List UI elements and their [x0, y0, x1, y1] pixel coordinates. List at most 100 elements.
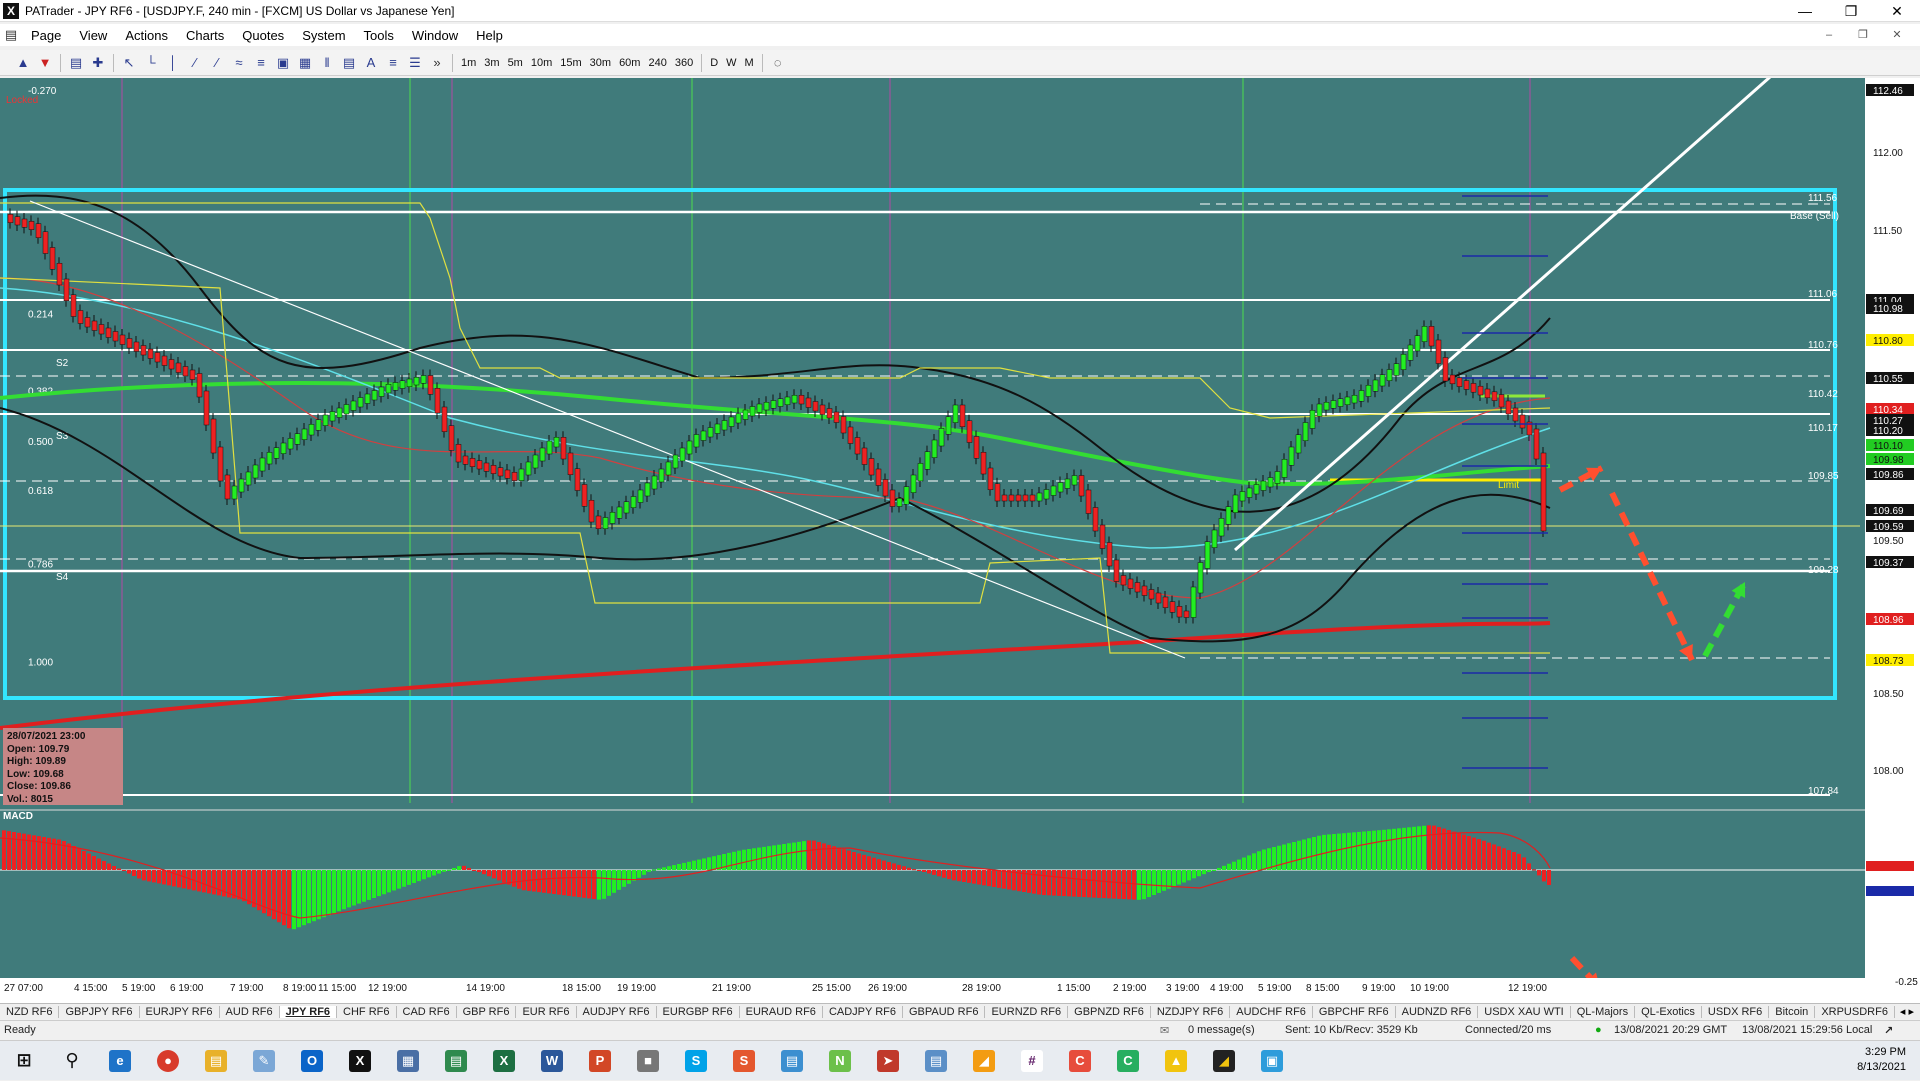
bird-app-icon[interactable]: ➤ — [864, 1041, 912, 1081]
menu-quotes[interactable]: Quotes — [233, 28, 293, 43]
trading-app-icon[interactable]: N — [816, 1041, 864, 1081]
symbol-tab[interactable]: AUDCHF RF6 — [1230, 1005, 1313, 1018]
text-icon[interactable]: A — [360, 53, 382, 73]
word-icon[interactable]: W — [528, 1041, 576, 1081]
symbol-tab[interactable]: USDX RF6 — [1702, 1005, 1770, 1018]
levels-icon[interactable]: ≡ — [382, 53, 404, 73]
symbol-tab[interactable]: GBPNZD RF6 — [1068, 1005, 1151, 1018]
toolbar-overflow-icon[interactable]: » — [426, 53, 448, 73]
symbol-tab[interactable]: EURJPY RF6 — [140, 1005, 220, 1018]
menu-charts[interactable]: Charts — [177, 28, 233, 43]
notes-icon[interactable]: ✎ — [240, 1041, 288, 1081]
timeframe-30m[interactable]: 30m — [586, 57, 615, 69]
status-messages[interactable]: 0 message(s) — [1188, 1024, 1255, 1036]
trendline-icon[interactable]: ∕ — [184, 53, 206, 73]
pivot-icon[interactable]: ▤ — [338, 53, 360, 73]
timeframe-3m[interactable]: 3m — [480, 57, 503, 69]
vertical-line-icon[interactable]: │ — [162, 53, 184, 73]
list-icon[interactable]: ☰ — [404, 53, 426, 73]
trade-buy-icon[interactable]: ▲ — [12, 53, 34, 73]
symbol-tab[interactable]: NZD RF6 — [0, 1005, 60, 1018]
horizontal-line-icon[interactable]: └ — [140, 53, 162, 73]
symbol-tab[interactable]: NZDJPY RF6 — [1151, 1005, 1231, 1018]
c-app-icon[interactable]: C — [1056, 1041, 1104, 1081]
slack-icon[interactable]: # — [1008, 1041, 1056, 1081]
period-daily[interactable]: D — [706, 57, 722, 69]
symbol-tab[interactable]: AUDJPY RF6 — [577, 1005, 657, 1018]
rectangle-icon[interactable]: ▣ — [272, 53, 294, 73]
camtasia-icon[interactable]: C — [1104, 1041, 1152, 1081]
close-icon[interactable]: ✕ — [1874, 0, 1920, 22]
symbol-tab[interactable]: EUR RF6 — [516, 1005, 577, 1018]
symbol-tab[interactable]: EURGBP RF6 — [657, 1005, 740, 1018]
chart-canvas[interactable]: 112.46112.00111.50111.04110.98110.80110.… — [0, 78, 1920, 1003]
calculator-icon[interactable]: ▦ — [384, 1041, 432, 1081]
spreadsheet-icon[interactable]: ▤ — [432, 1041, 480, 1081]
excel-icon[interactable]: X — [480, 1041, 528, 1081]
mdi-minimize-icon[interactable]: – — [1812, 24, 1846, 46]
powerpoint-icon[interactable]: P — [576, 1041, 624, 1081]
timeframe-15m[interactable]: 15m — [556, 57, 585, 69]
chrome-icon[interactable]: ● — [144, 1041, 192, 1081]
menu-window[interactable]: Window — [403, 28, 467, 43]
chart-icon[interactable]: ▤ — [65, 53, 87, 73]
skype-icon[interactable]: S — [672, 1041, 720, 1081]
timeframe-60m[interactable]: 60m — [615, 57, 644, 69]
symbol-tab[interactable]: AUD RF6 — [220, 1005, 280, 1018]
restore-icon[interactable]: ❐ — [1828, 0, 1874, 22]
cursor-icon[interactable]: ↖ — [118, 53, 140, 73]
timeframe-240[interactable]: 240 — [644, 57, 670, 69]
symbol-tab[interactable]: QL-Majors — [1571, 1005, 1636, 1018]
trade-sell-icon[interactable]: ▼ — [34, 53, 56, 73]
timeframe-1m[interactable]: 1m — [457, 57, 480, 69]
minimize-icon[interactable]: — — [1782, 0, 1828, 22]
symbol-tab[interactable]: EURNZD RF6 — [985, 1005, 1069, 1018]
symbol-tab[interactable]: CAD RF6 — [397, 1005, 457, 1018]
refresh-icon[interactable]: ◌ — [767, 53, 789, 73]
menu-view[interactable]: View — [70, 28, 116, 43]
crosshair-icon[interactable]: ✚ — [87, 53, 109, 73]
app-icon-generic[interactable]: ■ — [624, 1041, 672, 1081]
mdi-close-icon[interactable]: ✕ — [1880, 24, 1914, 46]
search-icon[interactable]: ⚲ — [48, 1041, 96, 1081]
file-explorer-icon[interactable]: ▤ — [192, 1041, 240, 1081]
start-icon[interactable]: ⊞ — [0, 1041, 48, 1081]
symbol-tab[interactable]: GBPCHF RF6 — [1313, 1005, 1396, 1018]
symbol-tab[interactable]: Bitcoin — [1769, 1005, 1816, 1018]
symbol-tab[interactable]: USDX XAU WTI — [1478, 1005, 1571, 1018]
period-monthly[interactable]: M — [741, 57, 758, 69]
symbol-tab[interactable]: EURAUD RF6 — [740, 1005, 823, 1018]
period-weekly[interactable]: W — [722, 57, 740, 69]
cycles-icon[interactable]: ‖ — [316, 53, 338, 73]
gann-icon[interactable]: ▦ — [294, 53, 316, 73]
symbol-tab[interactable]: GBPJPY RF6 — [59, 1005, 140, 1018]
menu-system[interactable]: System — [293, 28, 354, 43]
network-icon[interactable]: ▤ — [768, 1041, 816, 1081]
symbol-tab[interactable]: QL-Exotics — [1635, 1005, 1702, 1018]
chart-menu-icon[interactable]: ▤ — [0, 25, 22, 45]
maps-icon[interactable]: ▲ — [1152, 1041, 1200, 1081]
symbol-tab[interactable]: GBP RF6 — [457, 1005, 517, 1018]
symbol-tab[interactable]: AUDNZD RF6 — [1396, 1005, 1479, 1018]
system-clock[interactable]: 3:29 PM 8/13/2021 — [1857, 1045, 1906, 1075]
outlook-icon[interactable]: O — [288, 1041, 336, 1081]
menu-actions[interactable]: Actions — [116, 28, 177, 43]
menu-tools[interactable]: Tools — [355, 28, 403, 43]
edge-browser-icon[interactable]: e — [96, 1041, 144, 1081]
symbol-tab[interactable]: CADJPY RF6 — [823, 1005, 903, 1018]
fib-fan-icon[interactable]: ≈ — [228, 53, 250, 73]
screen-app-icon[interactable]: ▣ — [1248, 1041, 1296, 1081]
monitor-app-icon[interactable]: ▤ — [912, 1041, 960, 1081]
symbol-tab[interactable]: GBPAUD RF6 — [903, 1005, 986, 1018]
timeframe-10m[interactable]: 10m — [527, 57, 556, 69]
chart-app-icon[interactable]: ◢ — [960, 1041, 1008, 1081]
channel-icon[interactable]: ∕ — [206, 53, 228, 73]
timeframe-5m[interactable]: 5m — [504, 57, 527, 69]
symbol-tab[interactable]: CHF RF6 — [337, 1005, 397, 1018]
price-chart[interactable]: 112.46 112.00 111.50 111.04 110.98 110.80 110.… — [0, 78, 1920, 1003]
notes-app-icon[interactable]: ◢ — [1200, 1041, 1248, 1081]
fib-retracement-icon[interactable]: ≡ — [250, 53, 272, 73]
symbol-tab[interactable]: XRPUSDRF6 — [1815, 1005, 1895, 1018]
menu-help[interactable]: Help — [467, 28, 512, 43]
snagit-icon[interactable]: S — [720, 1041, 768, 1081]
